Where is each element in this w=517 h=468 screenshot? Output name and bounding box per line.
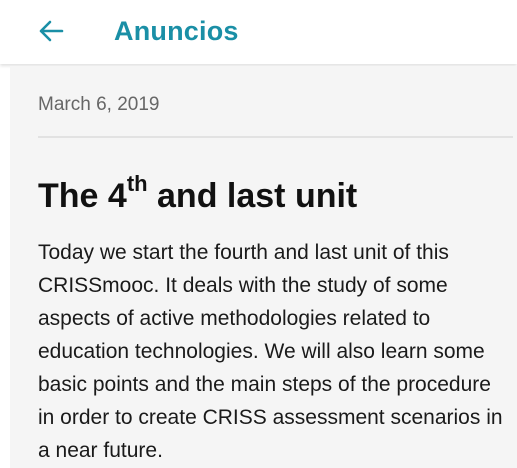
page-title: Anuncios	[114, 16, 239, 46]
divider	[38, 136, 513, 138]
announcement-body: Today we start the fourth and last unit …	[38, 241, 503, 462]
headline-superscript: th	[126, 170, 148, 196]
back-button[interactable]	[36, 16, 66, 46]
announcement-date: March 6, 2019	[38, 94, 160, 115]
arrow-left-icon	[39, 20, 64, 42]
headline-prefix: The 4	[38, 177, 127, 215]
top-app-bar: Anuncios	[0, 0, 517, 64]
announcement-headline: The 4th and last unit	[38, 172, 358, 216]
announcement-screen: Anuncios March 6, 2019 The 4th and last …	[0, 0, 517, 468]
announcement-card: March 6, 2019 The 4th and last unit Toda…	[10, 66, 517, 468]
headline-suffix: and last unit	[147, 177, 358, 215]
